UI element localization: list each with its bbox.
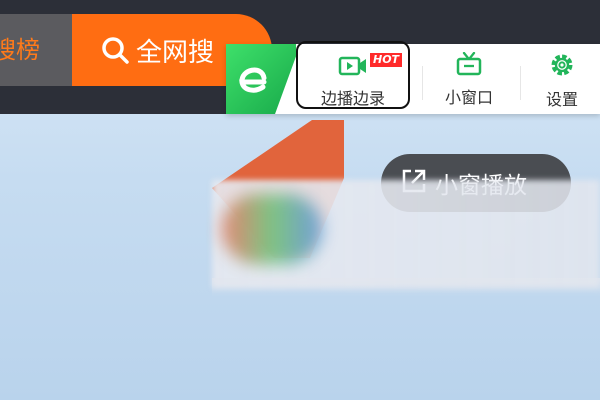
tab-hot-rank-label: 搜榜 (0, 36, 40, 64)
blurred-colored-logo (222, 194, 322, 264)
search-icon (100, 35, 130, 65)
mini-window-button[interactable]: 小窗口 (434, 51, 504, 110)
tab-hot-rank[interactable]: 搜榜 (0, 14, 72, 86)
tab-search-label: 全网搜 (136, 37, 215, 68)
video-record-icon (338, 56, 368, 81)
tv-icon (455, 51, 483, 80)
settings-button[interactable]: 设置 (530, 52, 594, 110)
mini-window-label: 小窗口 (444, 88, 493, 107)
video-toolbar: HOT 边播边录 小窗口 设置 (226, 41, 600, 114)
hot-badge: HOT (370, 53, 403, 67)
settings-label: 设置 (545, 90, 578, 109)
toolbar-divider (422, 66, 423, 100)
record-label: 边播边录 (320, 89, 385, 108)
gear-icon (549, 54, 575, 82)
toolbar-divider (520, 66, 521, 100)
browser-e-logo (226, 44, 296, 114)
blurred-video-fade (212, 278, 600, 296)
record-while-playing-button[interactable]: HOT 边播边录 (296, 41, 410, 109)
